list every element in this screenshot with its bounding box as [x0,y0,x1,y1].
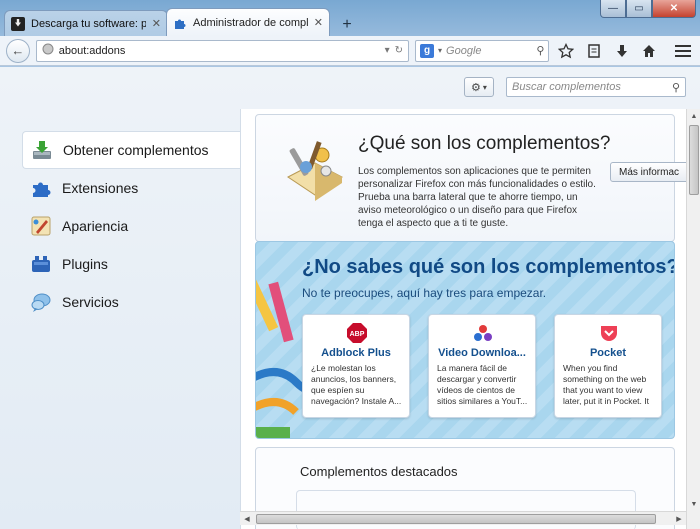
bookmarks-list-icon[interactable] [583,40,605,62]
intro-title: ¿Qué son los complementos? [358,133,611,154]
close-tab-icon[interactable]: ✕ [314,16,323,29]
addon-name[interactable]: Adblock Plus [303,347,409,359]
window-controls: — ▭ ✕ [600,0,696,18]
category-list: Obtener complementos Extensiones Aparien… [22,131,240,321]
search-icon[interactable]: ⚲ [672,81,680,94]
tab-descarga[interactable]: Descarga tu software: prog... ✕ [4,10,168,36]
new-tab-button[interactable]: + [336,14,358,36]
scroll-up-icon[interactable]: ▲ [687,109,700,123]
services-icon [30,291,52,313]
promo-title: ¿No sabes qué son los complementos? [302,256,675,278]
scroll-right-icon[interactable]: ▶ [672,512,686,526]
category-extensions[interactable]: Extensiones [22,169,240,207]
chevron-down-icon: ▾ [482,82,487,92]
web-search-bar[interactable]: g ▾ Google ⚲ [415,39,550,62]
maximize-button[interactable]: ▭ [626,0,652,18]
pocket-icon [601,326,617,341]
tab-addons-manager[interactable]: Administrador de comple... ✕ [166,8,330,36]
addon-card-video-downloadhelper[interactable]: Video Downloa... La manera fácil de desc… [428,314,536,418]
category-label: Obtener complementos [63,142,209,158]
category-label: Extensiones [62,180,139,196]
appearance-icon [30,215,52,237]
addon-name[interactable]: Pocket [555,347,661,359]
featured-title: Complementos destacados [300,464,458,479]
category-label: Servicios [62,294,119,310]
browser-window: — ▭ ✕ Descarga tu software: prog... ✕ Ad… [0,0,700,529]
home-icon[interactable] [639,40,661,62]
scroll-left-icon[interactable]: ◀ [240,512,254,526]
category-get-addons[interactable]: Obtener complementos [22,131,240,169]
search-go-icon[interactable]: ⚲ [536,44,544,57]
pencils-decoration-icon [256,272,306,438]
menu-icon[interactable] [672,40,694,62]
intro-body: Los complementos son aplicaciones que te… [358,166,596,229]
scroll-thumb[interactable] [256,514,656,524]
google-engine-icon[interactable]: g [420,43,435,58]
addons-manager-page: ⚙ ▾ Buscar complementos ⚲ Obtener comple… [0,67,700,529]
download-icon[interactable] [611,40,633,62]
gear-icon: ⚙ [471,81,481,94]
tab-title: Descarga tu software: prog... [31,17,146,30]
what-are-addons-card: ¿Qué son los complementos? Los complemen… [255,114,686,242]
category-plugins[interactable]: Plugins [22,245,240,283]
addons-toolbar: ⚙ ▾ Buscar complementos ⚲ [464,77,686,97]
getting-started-promo: ¿No sabes qué son los complementos? No t… [255,241,675,439]
vertical-scrollbar[interactable]: ▲ ▼ [686,109,700,529]
bookmark-star-icon[interactable] [555,40,577,62]
category-services[interactable]: Servicios [22,283,240,321]
scroll-thumb[interactable] [689,125,699,195]
scroll-down-icon[interactable]: ▼ [687,497,700,511]
minimize-button[interactable]: — [600,0,626,18]
adblock-plus-icon: ABP [347,323,367,343]
horizontal-scrollbar[interactable]: ◀ ▶ [240,511,686,525]
addons-search-input[interactable]: Buscar complementos ⚲ [506,77,686,97]
download-site-favicon-icon [11,16,25,31]
navigation-bar: ← about:addons ▾ ↻ g ▾ Google ⚲ [0,36,700,66]
reload-icon[interactable]: ↻ [395,45,403,56]
addon-card-pocket[interactable]: Pocket When you find something on the we… [554,314,662,418]
category-label: Plugins [62,256,108,272]
tab-title: Administrador de comple... [193,16,308,29]
close-tab-icon[interactable]: ✕ [152,17,161,30]
learn-more-button[interactable]: Más informac [610,162,686,182]
close-window-button[interactable]: ✕ [652,0,696,18]
promo-subtitle: No te preocupes, aquí hay tres para empe… [302,286,547,300]
tools-illustration-icon [282,137,348,203]
adblock-badge-text: ABP [350,331,365,338]
search-placeholder[interactable]: Google [446,45,532,57]
plugins-icon [30,253,52,275]
addon-description: La manera fácil de descargar y convertir… [437,363,528,406]
addons-search-placeholder[interactable]: Buscar complementos [512,81,672,93]
video-downloadhelper-icon [474,325,492,341]
engine-dropdown-icon[interactable]: ▾ [438,46,442,55]
puzzle-piece-icon [173,16,187,30]
addon-card-adblock[interactable]: ABP Adblock Plus ¿Le molestan los anunci… [302,314,410,418]
get-addons-icon [31,139,53,161]
addon-description: ¿Le molestan los anuncios, los banners, … [311,363,402,406]
category-appearance[interactable]: Apariencia [22,207,240,245]
discover-pane: ¿Qué son los complementos? Los complemen… [240,109,686,529]
back-button[interactable]: ← [6,38,30,63]
addon-name[interactable]: Video Downloa... [429,347,535,359]
extensions-icon [30,177,52,199]
tools-gear-button[interactable]: ⚙ ▾ [464,77,494,97]
category-label: Apariencia [62,218,129,234]
url-text[interactable]: about:addons [59,45,380,57]
history-dropdown-icon[interactable]: ▾ [385,45,390,56]
globe-icon [42,43,54,58]
addon-description: When you find something on the web that … [563,363,649,406]
url-bar[interactable]: about:addons ▾ ↻ [35,39,410,62]
tab-strip: Descarga tu software: prog... ✕ Administ… [4,8,358,36]
